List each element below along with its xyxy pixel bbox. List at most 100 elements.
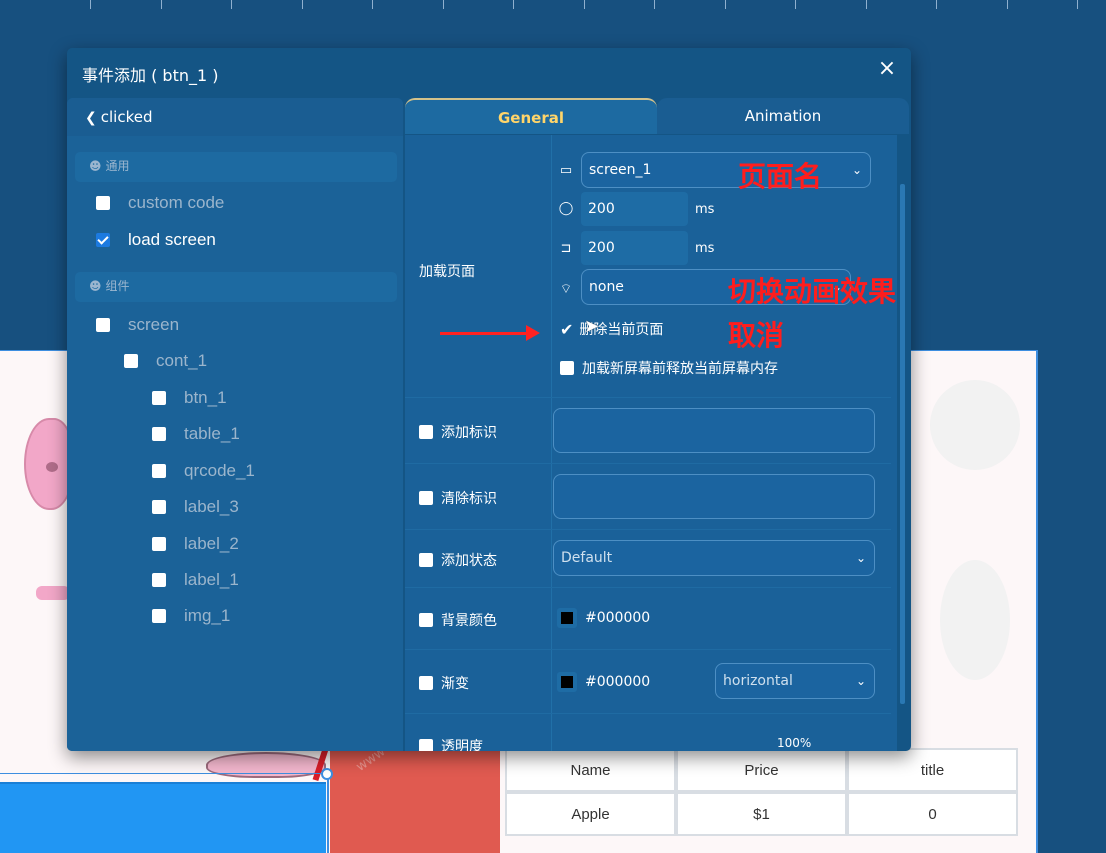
character-shape <box>206 752 326 778</box>
crop-icon: ⌔ <box>559 282 573 297</box>
opacity-row: 透明度 100% <box>405 714 891 751</box>
row-divider <box>551 650 552 713</box>
event-properties-panel: General Animation 加载页面 ▭ screen_1 ⌄ ◯ 20… <box>405 98 911 751</box>
checkbox[interactable] <box>419 613 433 627</box>
ruler-tick <box>866 0 867 9</box>
gradient-label: 渐变 <box>441 676 469 692</box>
state-select[interactable]: Default ⌄ <box>553 540 875 576</box>
clear-flag-input[interactable] <box>553 474 875 519</box>
add-flag-input[interactable] <box>553 408 875 453</box>
delete-current-option[interactable]: ✔ 删除当前页面 <box>560 319 663 339</box>
checkbox[interactable] <box>152 500 166 514</box>
group-general-header: ☻ 通用 <box>75 152 397 182</box>
checkbox[interactable] <box>152 537 166 551</box>
close-icon[interactable]: × <box>877 58 897 80</box>
state-select-value: Default <box>561 550 613 566</box>
time-input[interactable]: 200 <box>581 192 688 226</box>
checkbox[interactable] <box>419 676 433 690</box>
release-memory-option[interactable]: 加载新屏幕前释放当前屏幕内存 <box>560 358 778 378</box>
group-label: 组件 <box>105 279 130 293</box>
bg-color-picker[interactable]: #000000 <box>557 608 650 628</box>
ruler-tick <box>725 0 726 9</box>
screen-select[interactable]: screen_1 ⌄ <box>581 152 871 188</box>
row-divider <box>551 588 552 649</box>
canvas-decoration <box>930 380 1020 470</box>
tree-item-label: img_1 <box>184 606 231 625</box>
checkbox[interactable] <box>419 425 433 439</box>
tree-item-label: load screen <box>128 230 216 249</box>
checkbox[interactable] <box>152 391 166 405</box>
annotation-switch-animation: 切换动画效果 <box>728 275 897 308</box>
table-widget[interactable]: Name Price title Apple $1 0 <box>505 748 1018 836</box>
checkbox[interactable] <box>152 464 166 478</box>
tree-item-img-1[interactable]: img_1 <box>152 604 230 628</box>
properties-body: 加载页面 ▭ screen_1 ⌄ ◯ 200 ms ⊐ 200 ms ⌔ no… <box>405 135 897 751</box>
delay-input[interactable]: 200 <box>581 231 688 265</box>
gradient-color-picker[interactable]: #000000 <box>557 672 650 692</box>
ruler-tick <box>161 0 162 9</box>
tree-item-label-1[interactable]: label_1 <box>152 568 239 592</box>
checkbox[interactable] <box>96 196 110 210</box>
checkbox[interactable] <box>124 354 138 368</box>
scrollbar[interactable] <box>900 184 905 704</box>
gradient-option[interactable]: 渐变 <box>419 673 469 693</box>
chevron-down-icon: ⌄ <box>855 551 866 565</box>
tree-item-screen[interactable]: screen <box>96 313 179 337</box>
gradient-row: 渐变 #000000 horizontal ⌄ <box>405 650 891 714</box>
ruler-tick <box>795 0 796 9</box>
checkbox[interactable] <box>419 553 433 567</box>
table-cell: Price <box>676 748 847 792</box>
checkbox[interactable] <box>152 609 166 623</box>
checkbox-checked[interactable] <box>96 233 110 247</box>
canvas-border <box>1036 350 1038 853</box>
add-flag-option[interactable]: 添加标识 <box>419 422 497 442</box>
tree-item-label-3[interactable]: label_3 <box>152 495 239 519</box>
back-to-clicked[interactable]: ❮ clicked <box>67 98 403 136</box>
table-cell: 0 <box>847 792 1018 836</box>
tree-item-load-screen[interactable]: load screen <box>96 228 216 252</box>
checkbox[interactable] <box>419 491 433 505</box>
color-swatch[interactable] <box>557 608 577 628</box>
add-state-label: 添加状态 <box>441 553 497 569</box>
event-add-dialog: 事件添加 ( btn_1 ) × ❮ clicked ☻ 通用 custom cod… <box>67 48 911 751</box>
clock-icon: ◯ <box>558 201 574 216</box>
checkbox[interactable] <box>152 427 166 441</box>
btn-1-widget[interactable] <box>0 782 326 853</box>
event-tree-panel: ❮ clicked ☻ 通用 custom code load screen ☻ 组件… <box>67 98 403 751</box>
tree-item-custom-code[interactable]: custom code <box>96 191 224 215</box>
tree-item-qrcode-1[interactable]: qrcode_1 <box>152 459 255 483</box>
screen-select-value: screen_1 <box>589 162 652 178</box>
tree-item-table-1[interactable]: table_1 <box>152 422 240 446</box>
add-state-option[interactable]: 添加状态 <box>419 550 497 570</box>
load-page-label: 加载页面 <box>419 264 475 280</box>
tree-item-btn-1[interactable]: btn_1 <box>152 386 227 410</box>
clear-flag-label: 清除标识 <box>441 491 497 507</box>
resize-handle[interactable] <box>321 768 333 780</box>
table-cell: $1 <box>676 792 847 836</box>
clear-flag-option[interactable]: 清除标识 <box>419 488 497 508</box>
tree-item-label: cont_1 <box>156 351 208 370</box>
checkbox[interactable] <box>96 318 110 332</box>
ruler-tick <box>1007 0 1008 9</box>
tree-item-label: screen <box>128 315 180 334</box>
checkbox[interactable] <box>560 361 574 375</box>
tree-item-cont-1[interactable]: cont_1 <box>124 349 207 373</box>
bg-color-option[interactable]: 背景颜色 <box>419 610 497 630</box>
color-swatch[interactable] <box>557 672 577 692</box>
checkbox[interactable] <box>152 573 166 587</box>
checkbox[interactable] <box>419 739 433 751</box>
ruler-tick <box>90 0 91 9</box>
tree-item-label: label_2 <box>184 534 239 553</box>
selection-outline <box>327 775 329 853</box>
bg-color-row: 背景颜色 #000000 <box>405 588 891 650</box>
delay-icon: ⊐ <box>560 241 572 256</box>
checkmark-icon[interactable]: ✔ <box>560 320 573 339</box>
time-unit: ms <box>695 202 715 217</box>
tree-item-label-2[interactable]: label_2 <box>152 532 239 556</box>
tab-general[interactable]: General <box>405 98 657 134</box>
opacity-option[interactable]: 透明度 <box>419 736 483 751</box>
gradient-direction-select[interactable]: horizontal ⌄ <box>715 663 875 699</box>
ruler-tick <box>654 0 655 9</box>
ruler-tick <box>936 0 937 9</box>
tab-animation[interactable]: Animation <box>657 98 909 134</box>
